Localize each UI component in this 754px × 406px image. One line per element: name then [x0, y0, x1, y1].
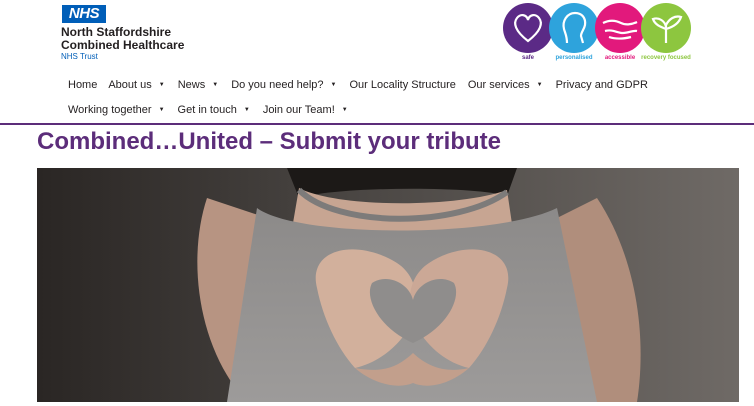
- page-title: Combined…United – Submit your tribute: [37, 128, 502, 155]
- caret-down-icon: ▼: [330, 82, 337, 88]
- handshake-icon: [602, 19, 638, 40]
- nav-item-locality-structure[interactable]: Our Locality Structure: [350, 79, 456, 91]
- nav-item-home[interactable]: Home: [68, 79, 97, 91]
- nav-row-1: Home About us ▼ News ▼ Do you need help?…: [68, 74, 648, 96]
- person-head-icon: [562, 11, 587, 44]
- nav-item-label: Working together: [68, 104, 152, 116]
- nav-item-label: Get in touch: [177, 104, 237, 116]
- trust-name: North Staffordshire Combined Healthcare: [61, 26, 184, 52]
- nav-item-news[interactable]: News ▼: [178, 79, 218, 91]
- nav-item-about-us[interactable]: About us ▼: [108, 79, 164, 91]
- caret-down-icon: ▼: [212, 82, 219, 88]
- trust-name-line2: Combined Healthcare: [61, 38, 185, 52]
- value-label-safe: safe: [521, 55, 534, 61]
- caret-down-icon: ▼: [158, 82, 165, 88]
- value-label-recovery-focused: recovery focused: [641, 55, 691, 61]
- hero-image: [37, 168, 739, 402]
- caret-down-icon: ▼: [243, 107, 250, 113]
- trust-subtitle: NHS Trust: [61, 52, 98, 61]
- values-graphic: safe personalised accessible recovery fo…: [500, 2, 700, 66]
- value-label-accessible: accessible: [604, 55, 636, 61]
- nav-item-get-in-touch[interactable]: Get in touch ▼: [178, 104, 250, 116]
- caret-down-icon: ▼: [536, 82, 543, 88]
- nav-item-label: Privacy and GDPR: [555, 79, 648, 91]
- nav-item-our-services[interactable]: Our services ▼: [468, 79, 543, 91]
- nav-item-label: Join our Team!: [262, 104, 335, 116]
- caret-down-icon: ▼: [341, 107, 348, 113]
- nav-row-2: Working together ▼ Get in touch ▼ Join o…: [68, 99, 348, 121]
- nav-item-join-our-team[interactable]: Join our Team! ▼: [263, 104, 348, 116]
- heart-icon: [514, 14, 542, 43]
- nav-item-label: Do you need help?: [231, 79, 324, 91]
- nhs-badge: NHS: [62, 5, 106, 23]
- nav-item-privacy-gdpr[interactable]: Privacy and GDPR: [556, 79, 648, 91]
- nav-divider: [0, 123, 754, 125]
- nav-item-label: About us: [108, 79, 152, 91]
- value-safe-circle: [503, 3, 553, 53]
- nav-item-label: News: [177, 79, 206, 91]
- nav-item-label: Home: [68, 79, 98, 91]
- value-accessible-circle: [595, 3, 645, 53]
- sprout-icon: [651, 15, 683, 43]
- caret-down-icon: ▼: [158, 107, 165, 113]
- value-recovery-circle: [641, 3, 691, 53]
- value-personalised-circle: [549, 3, 599, 53]
- nhs-trust-logo[interactable]: NHS North Staffordshire Combined Healthc…: [61, 4, 201, 62]
- nav-item-working-together[interactable]: Working together ▼: [68, 104, 165, 116]
- heart-hands-photo: [37, 168, 739, 402]
- nav-item-label: Our Locality Structure: [349, 79, 456, 91]
- nav-item-label: Our services: [467, 79, 530, 91]
- value-label-personalised: personalised: [555, 55, 593, 61]
- nav-item-do-you-need-help[interactable]: Do you need help? ▼: [231, 79, 336, 91]
